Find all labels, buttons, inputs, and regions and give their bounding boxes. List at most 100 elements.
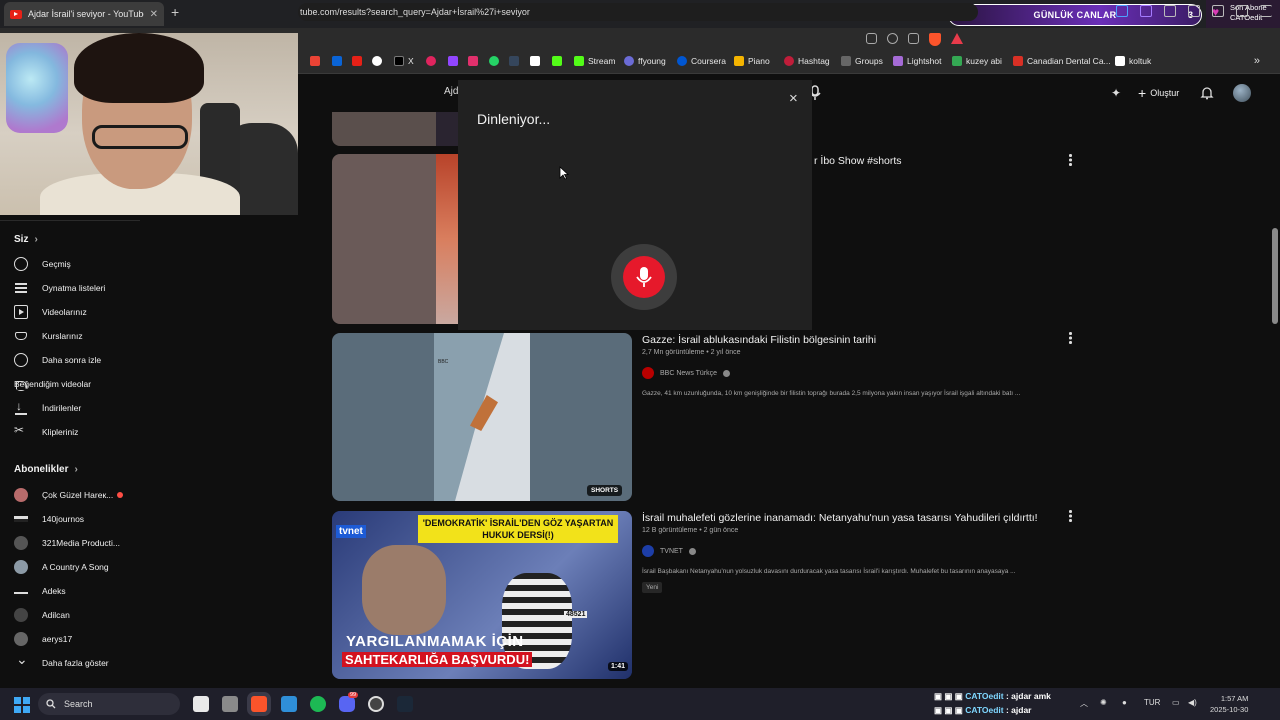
- taskbar-search[interactable]: Search: [38, 693, 180, 715]
- sidebar-item-label: Oynatma listeleri: [42, 283, 106, 293]
- cast-icon[interactable]: [866, 33, 877, 44]
- subscription-item[interactable]: aerys17: [14, 631, 154, 647]
- microphone-icon[interactable]: ●: [1122, 698, 1127, 707]
- more-actions-icon[interactable]: [1068, 154, 1072, 166]
- bookmark-kick[interactable]: [552, 56, 562, 66]
- mail-icon[interactable]: [281, 696, 297, 712]
- windows-start-icon[interactable]: [14, 697, 30, 713]
- youtube-favicon-icon: [10, 9, 22, 19]
- account-avatar[interactable]: [1233, 84, 1251, 102]
- steam-icon[interactable]: [397, 696, 413, 712]
- app-icon[interactable]: [222, 696, 238, 712]
- notifications-bell-icon[interactable]: [1200, 86, 1214, 100]
- spotify-icon[interactable]: [310, 696, 326, 712]
- bookmarks-more-button[interactable]: »: [1254, 55, 1260, 67]
- bookmark-gmail[interactable]: [310, 56, 320, 66]
- bookmark-lightshot[interactable]: Lightshot: [893, 56, 942, 66]
- subscription-item[interactable]: Çok Güzel Hareк...: [14, 487, 154, 503]
- sidebar-subscriptions-header[interactable]: Abonelikler ›: [14, 464, 78, 475]
- brave-browser-icon[interactable]: [251, 696, 267, 712]
- brave-shield-icon[interactable]: [929, 33, 941, 46]
- subscription-item[interactable]: A Country A Song: [14, 559, 154, 575]
- volume-icon[interactable]: ◀): [1188, 698, 1197, 707]
- bookmark-youtube[interactable]: [352, 56, 362, 66]
- taskbar-clock[interactable]: 1:57 AM 2025-10-30: [1210, 693, 1248, 715]
- bookmark-coursera[interactable]: Coursera: [677, 56, 726, 66]
- obs-icon[interactable]: [368, 696, 384, 712]
- more-actions-icon[interactable]: [1068, 332, 1072, 344]
- channel-avatar: [14, 560, 28, 574]
- result-thumbnail[interactable]: tvnet 'DEMOKRATİK' İSRAİL'DEN GÖZ YAŞART…: [332, 511, 632, 679]
- subscription-item[interactable]: Adeks: [14, 583, 154, 599]
- discord-icon[interactable]: [339, 696, 355, 712]
- create-button[interactable]: + Oluştur: [1130, 83, 1192, 103]
- subscription-item[interactable]: 140journos: [14, 511, 154, 527]
- browser-tab[interactable]: Ajdar İsrail'i seviyor - YouTube ✕: [4, 2, 164, 26]
- clock-time: 1:57 AM: [1220, 694, 1249, 703]
- bookmark-kuzey-abi[interactable]: kuzey abi: [952, 56, 1002, 66]
- sidebar-item-playlists[interactable]: Oynatma listeleri: [14, 280, 154, 296]
- bookmark-ffyoung[interactable]: ffyoung: [624, 56, 666, 66]
- bookmark-whatsapp[interactable]: [489, 56, 499, 66]
- bookmark-outlook[interactable]: [332, 56, 342, 66]
- sidebar-show-more[interactable]: Daha fazla göster: [14, 651, 154, 671]
- chat-line: ▣ ▣ ▣ CATOedit : ajdar: [934, 705, 1032, 715]
- bookmark-x[interactable]: X: [394, 56, 414, 66]
- subscription-item[interactable]: Adilcan: [14, 607, 154, 623]
- bookmark-canadian-dental[interactable]: Canadian Dental Ca...: [1013, 56, 1111, 66]
- bookmark-groups[interactable]: Groups: [841, 56, 883, 66]
- url-field[interactable]: tube.com/results?search_query=Ajdar+İsra…: [298, 3, 978, 21]
- sidebar-item-liked-videos[interactable]: Beğendiğim videolar: [14, 376, 154, 392]
- tab-close-icon[interactable]: ✕: [150, 9, 158, 20]
- mic-button[interactable]: [623, 256, 665, 298]
- vpn-icon[interactable]: [1236, 5, 1248, 17]
- brightness-icon[interactable]: ✺: [1100, 698, 1107, 707]
- bookmark-hashtag[interactable]: Hashtag: [784, 56, 830, 66]
- result-channel[interactable]: BBC News Türkçe: [642, 367, 731, 379]
- page-scrollbar[interactable]: [1271, 112, 1280, 686]
- close-icon[interactable]: ×: [789, 90, 798, 107]
- bookmark-twitch[interactable]: [448, 56, 458, 66]
- sidebar-item-downloads[interactable]: İndirilenler: [14, 399, 154, 416]
- bookmark-tumblr[interactable]: [509, 56, 519, 66]
- result-title[interactable]: r İbo Show #shorts: [814, 155, 902, 167]
- result-thumbnail[interactable]: BBC SHORTS: [332, 333, 632, 501]
- new-tab-button[interactable]: +: [171, 4, 179, 20]
- shorts-badge: SHORTS: [587, 485, 623, 496]
- tray-overflow-icon[interactable]: ︿: [1080, 698, 1088, 709]
- bookmark-stream[interactable]: Stream: [574, 56, 615, 66]
- sidebar-item-your-videos[interactable]: Videolarınız: [14, 304, 154, 320]
- result-title[interactable]: İsrail muhalefeti gözlerine inanamadı: N…: [642, 512, 1038, 524]
- bookmark-amazon[interactable]: [530, 56, 540, 66]
- result-channel[interactable]: TVNET: [642, 545, 696, 557]
- bookmark-cast[interactable]: [426, 56, 436, 66]
- wallet-icon[interactable]: [1188, 5, 1200, 17]
- subscription-item[interactable]: 321Media Producti...: [14, 535, 154, 551]
- scrollbar-thumb[interactable]: [1272, 228, 1278, 324]
- sidebar-item-history[interactable]: Geçmiş: [14, 256, 154, 272]
- share-icon[interactable]: [908, 33, 919, 44]
- more-actions-icon[interactable]: [1068, 510, 1072, 522]
- create-ai-icon[interactable]: ✦: [1111, 86, 1125, 100]
- bookmark-piano[interactable]: Piano: [734, 56, 770, 66]
- zoom-icon[interactable]: [887, 33, 898, 44]
- brave-rewards-icon[interactable]: [951, 33, 963, 44]
- history-icon: [14, 257, 28, 271]
- file-explorer-icon[interactable]: [193, 696, 209, 712]
- sidebar-item-clips[interactable]: Klipleriniz: [14, 423, 154, 440]
- result-title[interactable]: Gazze: İsrail ablukasındaki Filistin böl…: [642, 334, 876, 346]
- bookmark-google[interactable]: [372, 56, 382, 66]
- network-icon[interactable]: ▭: [1172, 698, 1180, 707]
- leo-icon[interactable]: [1140, 5, 1152, 17]
- search-input[interactable]: Ajd: [444, 86, 458, 97]
- sidebar-item-courses[interactable]: Kurslarınız: [14, 328, 154, 344]
- audio-icon[interactable]: [1116, 5, 1128, 17]
- menu-icon[interactable]: [1260, 5, 1272, 17]
- sidebar-toggle-icon[interactable]: [1212, 5, 1224, 17]
- sidebar-you-header[interactable]: Siz ›: [14, 234, 38, 245]
- extensions-icon[interactable]: [1164, 5, 1176, 17]
- language-indicator[interactable]: TUR: [1144, 698, 1160, 707]
- bookmark-koltuk[interactable]: koltuk: [1115, 56, 1151, 66]
- bookmark-instagram[interactable]: [468, 56, 478, 66]
- sidebar-item-watch-later[interactable]: Daha sonra izle: [14, 352, 154, 368]
